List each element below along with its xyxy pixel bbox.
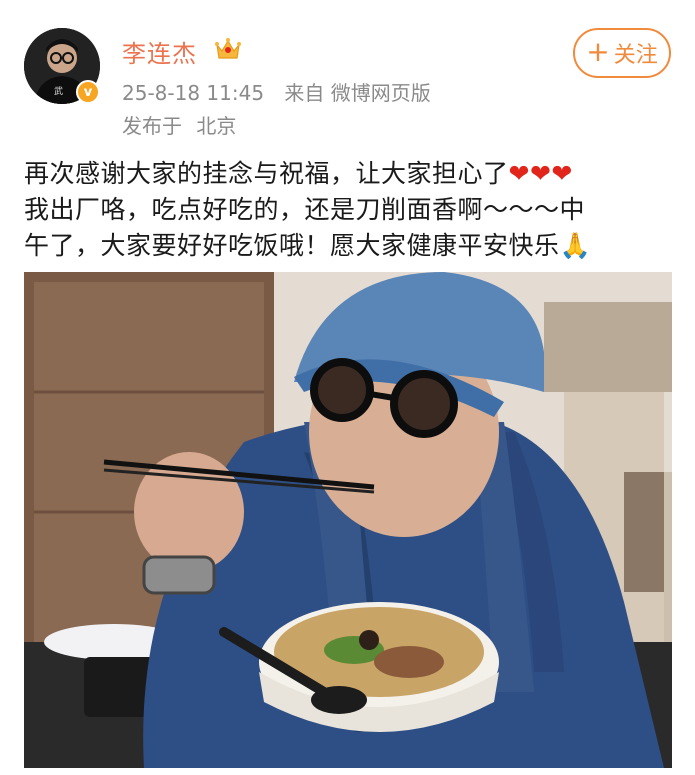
post-time[interactable]: 25-8-18 11:45 bbox=[122, 81, 264, 105]
post-line-3: 午了，大家要好好吃饭哦！愿大家健康平安快乐🙏 bbox=[24, 231, 592, 260]
photo-man-eating-noodles bbox=[24, 272, 672, 768]
svg-text:武: 武 bbox=[54, 85, 63, 97]
post-line-2: 我出厂咯，吃点好吃的，还是刀削面香啊～～～中 bbox=[24, 195, 586, 224]
post-line-1: 再次感谢大家的挂念与祝福，让大家担心了❤❤❤ bbox=[24, 159, 573, 188]
post-photo[interactable] bbox=[24, 272, 672, 768]
pray-emoji-icon: 🙏 bbox=[559, 231, 592, 260]
heart-icon: ❤❤❤ bbox=[508, 159, 573, 188]
post-text: 再次感谢大家的挂念与祝福，让大家担心了❤❤❤ 我出厂咯，吃点好吃的，还是刀削面香… bbox=[24, 156, 674, 264]
verified-v-badge: v bbox=[76, 80, 100, 104]
post-source: 来自 微博网页版 bbox=[284, 81, 431, 105]
post-meta: 25-8-18 11:45 来自 微博网页版 bbox=[122, 77, 431, 106]
crown-icon[interactable] bbox=[214, 36, 242, 62]
post-location: 发布于 北京 bbox=[122, 110, 236, 139]
location-label: 发布于 bbox=[122, 114, 182, 138]
location-value: 北京 bbox=[196, 114, 237, 138]
follow-button[interactable]: + 关注 bbox=[573, 28, 671, 78]
username[interactable]: 李连杰 bbox=[122, 34, 197, 69]
weibo-post: 武 v 李连杰 25-8-18 11:45 来自 微博网页版 发布于 北京 + … bbox=[0, 0, 695, 775]
follow-label: 关注 bbox=[613, 43, 658, 68]
plus-icon: + bbox=[586, 35, 610, 68]
